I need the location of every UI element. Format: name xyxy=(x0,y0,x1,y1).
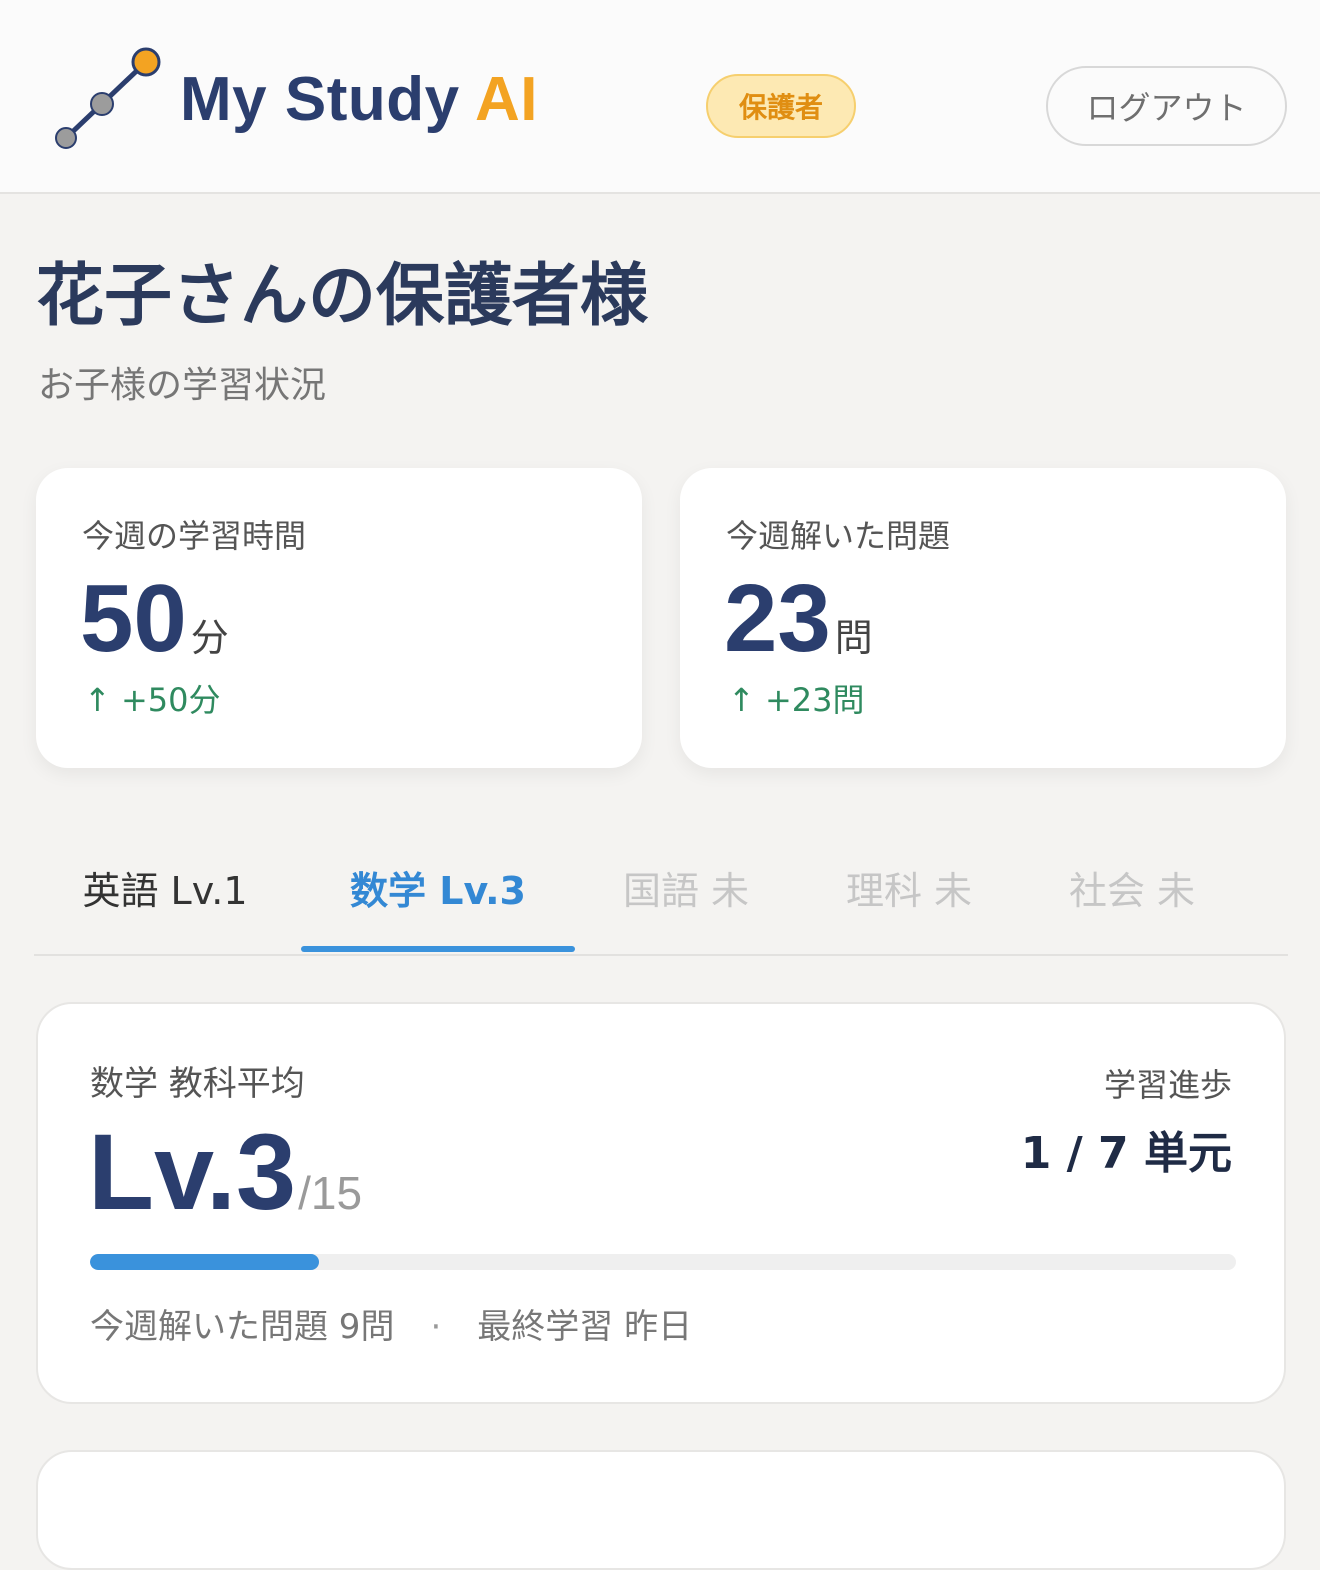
logout-button[interactable]: ログアウト xyxy=(1046,66,1287,146)
stat-number: 23 xyxy=(724,565,831,672)
active-tab-indicator xyxy=(301,946,575,952)
stat-unit: 問 xyxy=(834,616,873,660)
logo-text-accent: AI xyxy=(475,65,539,134)
stat-unit: 分 xyxy=(190,616,229,660)
stat-delta: ↑ +50分 xyxy=(84,681,221,719)
progress-value: 1 / 7 単元 xyxy=(1020,1128,1232,1179)
level-progress-bar xyxy=(90,1254,1236,1270)
progress-label: 学習進歩 xyxy=(1103,1066,1232,1104)
stat-value: 23 問 xyxy=(724,564,873,693)
subject-summary-card: 数学 教科平均 Lv.3/15 学習進歩 1 / 7 単元 今週解いた問題 9問… xyxy=(36,1002,1286,1404)
level-progress-fill xyxy=(90,1254,320,1270)
subject-tabs: 英語 Lv.1 数学 Lv.3 国語 未 理科 未 社会 未 xyxy=(34,820,1288,956)
subject-level-value: Lv.3 xyxy=(88,1111,297,1232)
stat-value: 50 分 xyxy=(80,564,229,693)
tab-science[interactable]: 理科 未 xyxy=(797,820,1021,954)
stat-delta: ↑ +23問 xyxy=(728,681,865,719)
next-card xyxy=(36,1450,1286,1570)
weekly-problems-text: 今週解いた問題 9問 xyxy=(90,1307,395,1347)
footer-separator: · xyxy=(430,1307,442,1347)
stat-label: 今週解いた問題 xyxy=(726,517,951,555)
stat-card-problems: 今週解いた問題 23 問 ↑ +23問 xyxy=(680,468,1286,768)
page-title: 花子さんの保護者様 xyxy=(36,257,649,336)
role-badge: 保護者 xyxy=(706,74,856,138)
subject-level: Lv.3/15 xyxy=(88,1112,362,1253)
stat-number: 50 xyxy=(80,565,187,672)
tab-japanese[interactable]: 国語 未 xyxy=(575,820,797,954)
stat-card-study-time: 今週の学習時間 50 分 ↑ +50分 xyxy=(36,468,642,768)
app-logo-text: My Study AI xyxy=(180,64,538,136)
last-study-text: 最終学習 昨日 xyxy=(477,1307,693,1347)
stat-label: 今週の学習時間 xyxy=(82,517,307,555)
subject-level-max: /15 xyxy=(298,1167,363,1219)
subject-average-label: 数学 教科平均 xyxy=(90,1064,305,1104)
logo-text-main: My Study xyxy=(180,65,460,134)
logo-icon xyxy=(55,47,161,149)
tab-english[interactable]: 英語 Lv.1 xyxy=(34,820,296,954)
tab-social[interactable]: 社会 未 xyxy=(1021,820,1243,954)
page-subtitle: お子様の学習状況 xyxy=(38,365,327,406)
app-header: My Study AI 保護者 ログアウト xyxy=(0,0,1320,194)
tab-math[interactable]: 数学 Lv.3 xyxy=(301,820,575,954)
subject-footer: 今週解いた問題 9問 · 最終学習 昨日 xyxy=(90,1304,692,1350)
